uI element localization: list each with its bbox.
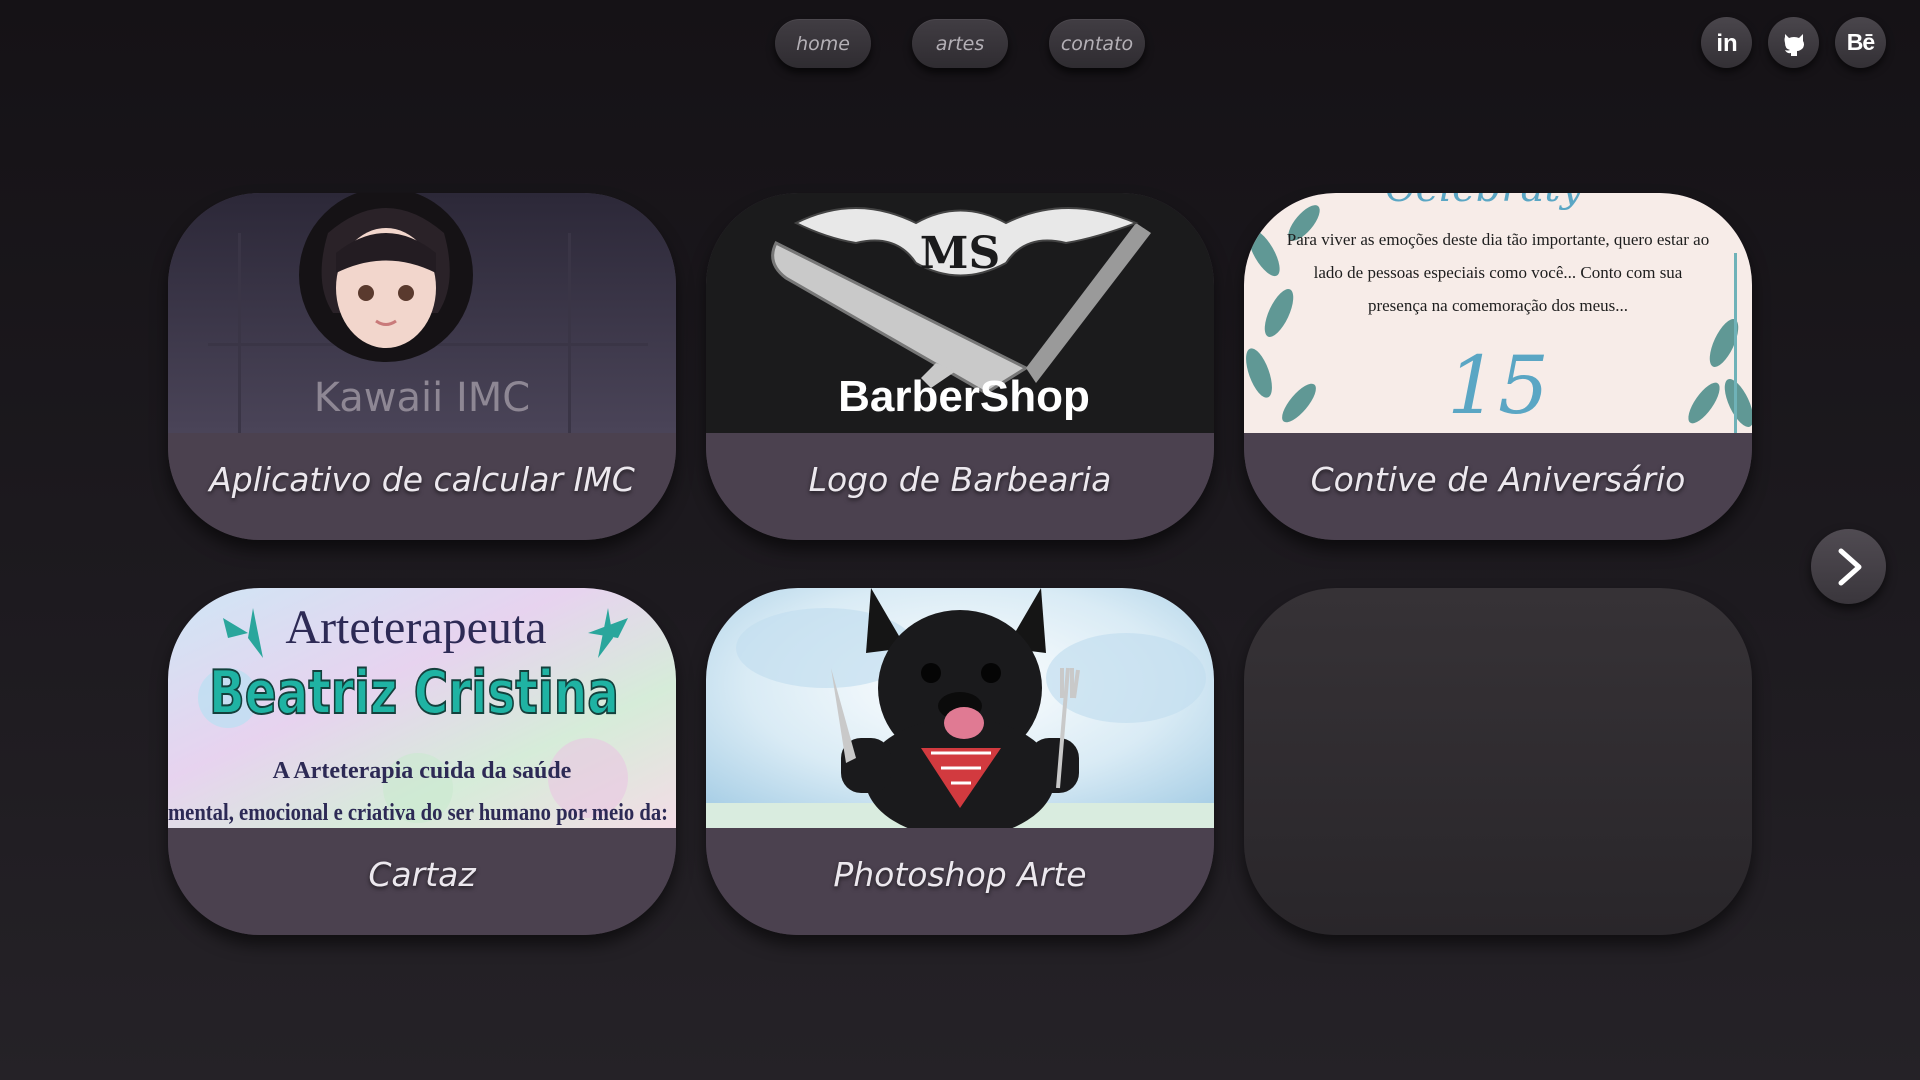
poster-line-1: A Arteterapia cuida da saúde — [273, 758, 572, 784]
project-card-photoshop[interactable]: Photoshop Arte — [706, 588, 1214, 935]
project-image-cartaz: Arteterapeuta Beatriz Cristina A Arteter… — [168, 588, 676, 828]
carousel-next-button[interactable] — [1811, 529, 1886, 604]
project-image-invite: Celebraty Para viver as emoções deste di… — [1244, 193, 1752, 433]
poster-name: Beatriz Cristina — [209, 658, 619, 728]
project-card-imc[interactable]: Kawaii IMC Aplicativo de calcular IMC — [168, 193, 676, 540]
behance-link[interactable]: Bē — [1835, 17, 1886, 68]
svg-text:Celebraty: Celebraty — [1385, 193, 1584, 211]
image-text-kawaii: Kawaii IMC — [314, 375, 530, 421]
behance-icon: Bē — [1846, 29, 1875, 55]
nav-contato-button[interactable]: contato — [1049, 19, 1145, 68]
project-image-dog — [706, 588, 1214, 828]
chevron-right-icon — [1838, 548, 1861, 585]
linkedin-link[interactable]: in — [1701, 17, 1752, 68]
card-caption: Aplicativo de calcular IMC — [168, 433, 676, 540]
card-caption: Logo de Barbearia — [706, 433, 1214, 540]
main-nav: home artes contato — [775, 19, 1145, 68]
nav-home-button[interactable]: home — [775, 19, 871, 68]
poster-title: Arteterapeuta — [285, 601, 546, 654]
card-caption: Cartaz — [168, 828, 676, 935]
invite-line-3: presença na comemoração dos meus... — [1368, 296, 1628, 315]
project-card-cartaz[interactable]: Arteterapeuta Beatriz Cristina A Arteter… — [168, 588, 676, 935]
card-caption: Photoshop Arte — [706, 828, 1214, 935]
github-icon — [1784, 33, 1804, 56]
image-text-barbershop: BarberShop — [838, 372, 1090, 421]
invite-number: 15 — [1447, 339, 1549, 432]
card-caption: Contive de Aniversário — [1244, 433, 1752, 540]
svg-text:in: in — [1716, 30, 1737, 57]
nav-artes-button[interactable]: artes — [912, 19, 1008, 68]
github-link[interactable] — [1768, 17, 1819, 68]
poster-line-2: mental, emocional e criativa do ser huma… — [168, 800, 668, 826]
invite-line-2: lado de pessoas especiais como você... C… — [1314, 263, 1683, 282]
linkedin-icon: in — [1716, 30, 1737, 57]
invite-line-1: Para viver as emoções deste dia tão impo… — [1287, 230, 1709, 249]
project-card-aniversario[interactable]: Celebraty Para viver as emoções deste di… — [1244, 193, 1752, 540]
project-image-imc: Kawaii IMC — [168, 193, 676, 433]
svg-text:MS: MS — [920, 228, 1000, 279]
social-links: in Bē — [1701, 17, 1886, 68]
project-image-barbershop: MS BarberShop — [706, 193, 1214, 433]
project-card-barbearia[interactable]: MS BarberShop Logo de Barbearia — [706, 193, 1214, 540]
project-card-empty — [1244, 588, 1752, 935]
